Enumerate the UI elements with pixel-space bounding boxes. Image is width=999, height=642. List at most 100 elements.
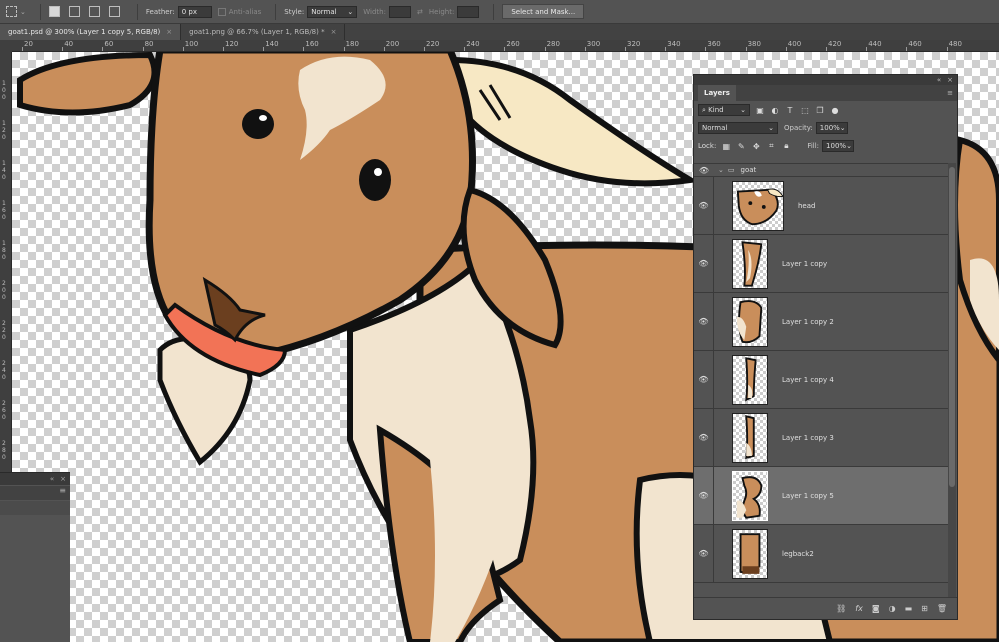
layer-row[interactable]: 👁︎ Layer 1 copy 5	[694, 466, 949, 525]
filter-type-icon[interactable]: T	[785, 105, 795, 115]
layer-name[interactable]: Layer 1 copy	[782, 260, 827, 268]
selection-mode-intersect-icon[interactable]	[108, 6, 123, 17]
chevron-down-icon: ⌄	[740, 106, 746, 114]
visibility-eye-icon[interactable]: 👁︎	[694, 350, 714, 409]
close-icon[interactable]: ×	[60, 475, 66, 483]
layer-row[interactable]: 👁︎ Layer 1 copy	[694, 234, 949, 293]
horizontal-ruler[interactable]: 20 40 60 80 100 120 140 160 180 200 220 240 260 280 30…	[12, 40, 999, 52]
filter-toggle-icon[interactable]: ●	[830, 105, 840, 115]
ruler-tick-label: 80	[144, 40, 154, 48]
selection-mode-new-icon[interactable]	[48, 6, 63, 17]
search-icon: ⌕	[702, 105, 706, 114]
fx-icon[interactable]: fx	[855, 604, 863, 613]
visibility-eye-icon[interactable]: 👁︎	[694, 408, 714, 467]
visibility-eye-icon[interactable]: 👁︎	[694, 292, 714, 351]
panel-menu-icon[interactable]: ≡	[947, 89, 953, 97]
style-select[interactable]: Normal ⌄	[307, 5, 358, 18]
layer-thumbnail[interactable]	[732, 238, 768, 289]
fill-input[interactable]: 100% ⌄	[822, 140, 855, 152]
layer-row[interactable]: 👁︎ head	[694, 176, 949, 235]
layer-group-goat[interactable]: 👁︎ ⌄ ▭ goat	[694, 163, 949, 177]
scrollbar-thumb[interactable]	[949, 167, 955, 487]
select-and-mask-button[interactable]: Select and Mask...	[502, 4, 585, 19]
filter-adjustment-icon[interactable]: ◐	[770, 105, 780, 115]
link-icon[interactable]: ⛓	[836, 604, 846, 613]
opacity-input[interactable]: 100% ⌄	[815, 122, 848, 134]
tab-label: goat1.psd @ 300% (Layer 1 copy 5, RGB/8)	[8, 28, 161, 36]
visibility-eye-icon[interactable]: 👁︎	[694, 466, 714, 525]
ruler-tick-label: 160	[305, 40, 319, 48]
layer-name[interactable]: Layer 1 copy 3	[782, 434, 834, 442]
ruler-tick	[906, 47, 908, 51]
marquee-tool-icon[interactable]: ⌄	[6, 6, 26, 17]
ruler-tick-label: 360	[707, 40, 721, 48]
lock-artboard-icon[interactable]: ⌗	[766, 141, 776, 151]
close-icon[interactable]: ×	[947, 76, 953, 84]
close-icon[interactable]: ×	[166, 28, 172, 36]
adjustment-icon[interactable]: ◑	[889, 604, 896, 613]
chevron-down-icon[interactable]: ⌄	[718, 166, 724, 174]
collapse-icon[interactable]: «	[937, 76, 941, 84]
layer-thumbnail[interactable]	[732, 412, 768, 463]
vertical-ruler[interactable]: 100120140160180200220240260280300	[0, 52, 12, 472]
swap-icon[interactable]: ⇄	[417, 8, 423, 16]
filter-shape-icon[interactable]: ⬚	[800, 105, 810, 115]
layer-row[interactable]: 👁︎ Layer 1 copy 4	[694, 350, 949, 409]
height-input[interactable]	[457, 5, 480, 18]
feather-input[interactable]: 0 px	[177, 5, 212, 18]
ruler-tick-label: 260	[2, 400, 6, 421]
antialias-checkbox[interactable]	[217, 7, 226, 16]
lock-paint-icon[interactable]: ✎	[736, 141, 746, 151]
tab-label: goat1.png @ 66.7% (Layer 1, RGB/8) *	[189, 28, 325, 36]
tab-goat1-psd[interactable]: goat1.psd @ 300% (Layer 1 copy 5, RGB/8)…	[0, 24, 182, 40]
filter-kind-select[interactable]: ⌕ Kind ⌄	[698, 104, 750, 116]
layer-name[interactable]: Layer 1 copy 4	[782, 376, 834, 384]
layers-scrollbar[interactable]	[948, 163, 956, 598]
tab-layers[interactable]: Layers	[698, 85, 736, 101]
layer-thumbnail[interactable]	[732, 528, 768, 579]
layer-thumbnail[interactable]	[732, 296, 768, 347]
layer-row[interactable]: 👁︎ Layer 1 copy 2	[694, 292, 949, 351]
lock-move-icon[interactable]: ✥	[751, 141, 761, 151]
filter-smart-object-icon[interactable]: ❐	[815, 105, 825, 115]
visibility-eye-icon[interactable]: 👁︎	[694, 524, 714, 583]
ruler-tick-label: 280	[2, 440, 6, 461]
close-icon[interactable]: ×	[331, 28, 337, 36]
layer-name[interactable]: legback2	[782, 550, 814, 558]
ruler-tick-label: 120	[2, 120, 6, 141]
new-layer-icon[interactable]: ⊞	[921, 604, 928, 613]
layer-thumbnail[interactable]	[732, 180, 784, 231]
photoshop-window: ⌄ Feather: 0 px Anti-alias Style: Normal…	[0, 0, 999, 642]
visibility-eye-icon[interactable]: 👁︎	[694, 176, 714, 235]
selection-mode-subtract-icon[interactable]	[88, 6, 103, 17]
ruler-tick	[343, 47, 345, 51]
layer-row[interactable]: 👁︎ Layer 1 copy 3	[694, 408, 949, 467]
visibility-eye-icon[interactable]: 👁︎	[694, 166, 714, 175]
ruler-tick-label: 340	[667, 40, 681, 48]
options-bar: ⌄ Feather: 0 px Anti-alias Style: Normal…	[0, 0, 999, 24]
mask-icon[interactable]: ◙	[872, 604, 880, 613]
folder-icon[interactable]: ▬	[905, 604, 913, 613]
trash-icon[interactable]: 🗑︎	[937, 604, 947, 613]
panel-menu-icon[interactable]: ≡	[0, 486, 70, 500]
filter-pixel-icon[interactable]: ▣	[755, 105, 765, 115]
layer-row[interactable]: 👁︎ legback2	[694, 524, 949, 583]
layer-name[interactable]: head	[798, 202, 815, 210]
ruler-tick-label: 200	[385, 40, 400, 48]
selection-mode-add-icon[interactable]	[68, 6, 83, 17]
lock-transparency-icon[interactable]: ▦	[721, 141, 731, 151]
tab-goat1-png[interactable]: goat1.png @ 66.7% (Layer 1, RGB/8) * ×	[181, 24, 346, 40]
ruler-tick	[182, 47, 184, 51]
layer-name[interactable]: Layer 1 copy 5	[782, 492, 834, 500]
height-label: Height:	[428, 7, 455, 16]
collapse-icon[interactable]: «	[50, 475, 54, 483]
visibility-eye-icon[interactable]: 👁︎	[694, 234, 714, 293]
blend-mode-select[interactable]: Normal ⌄	[698, 122, 778, 134]
layer-thumbnail[interactable]	[732, 354, 768, 405]
opacity-value: 100%	[819, 124, 840, 132]
layer-thumbnail[interactable]	[732, 470, 768, 521]
lock-all-icon[interactable]: 🔒︎	[781, 141, 791, 151]
chevron-down-icon: ⌄	[839, 124, 846, 132]
layer-name[interactable]: Layer 1 copy 2	[782, 318, 834, 326]
width-input[interactable]	[388, 5, 411, 18]
